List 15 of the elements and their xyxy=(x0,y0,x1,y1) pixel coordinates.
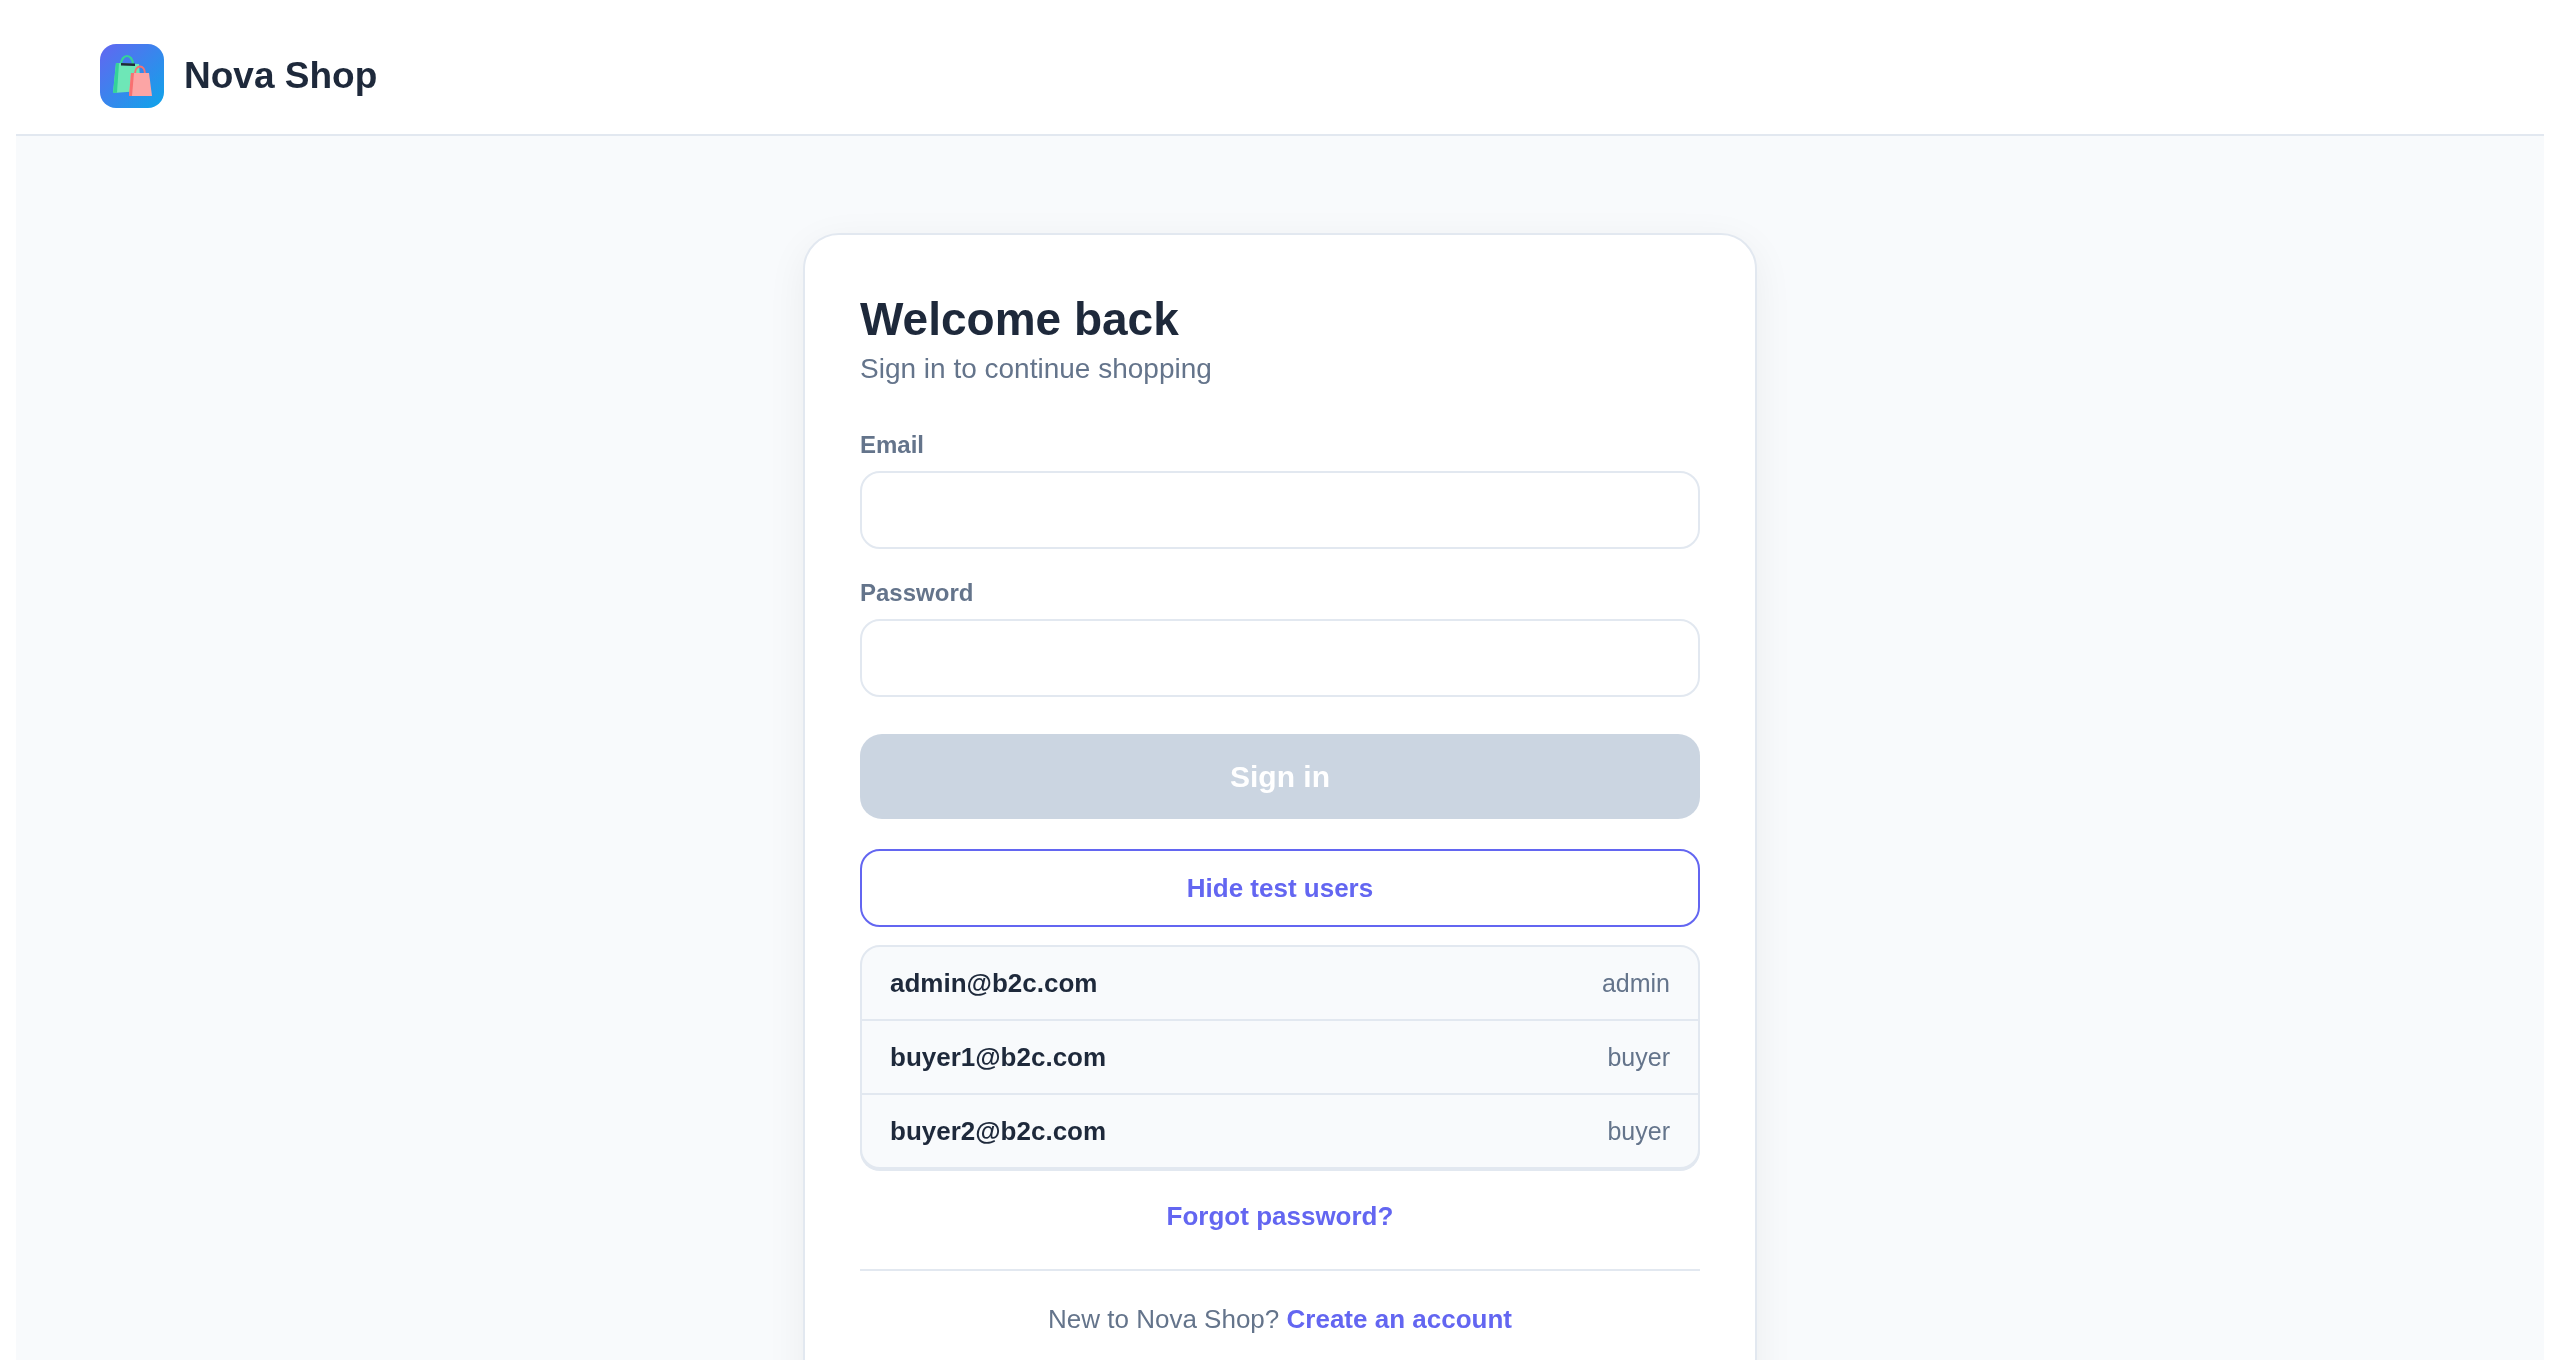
shopping-bags-icon xyxy=(100,44,164,108)
test-user-option[interactable]: admin@b2c.com admin xyxy=(862,947,1698,1019)
forgot-password-link[interactable]: Forgot password? xyxy=(1166,1201,1394,1231)
email-field[interactable] xyxy=(860,471,1700,549)
field-label: Password xyxy=(860,578,975,608)
card-title: Welcome back xyxy=(860,294,1180,344)
field-label: Email xyxy=(860,430,926,460)
signup-prompt: New to Nova Shop? xyxy=(1048,1304,1280,1334)
toggle-test-users-button[interactable]: Hide test users xyxy=(860,849,1700,927)
card-subtitle: Sign in to continue shopping xyxy=(860,352,1213,386)
password-field[interactable] xyxy=(860,619,1700,697)
create-account-link[interactable]: Create an account xyxy=(1286,1304,1512,1334)
test-user-option[interactable]: buyer2@b2c.com buyer xyxy=(862,1093,1698,1167)
brand-name: Nova Shop xyxy=(184,53,378,98)
test-user-option[interactable]: buyer1@b2c.com buyer xyxy=(862,1019,1698,1093)
